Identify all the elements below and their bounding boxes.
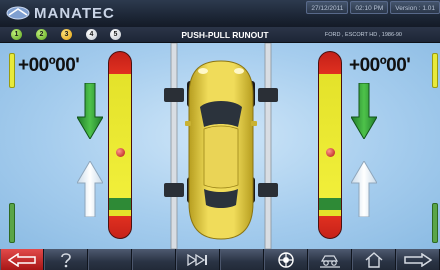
back-arrow-icon <box>8 252 36 267</box>
step-4-indicator[interactable]: 4 <box>86 29 97 40</box>
vehicle-lift-icon <box>320 254 340 268</box>
manatec-logo-icon <box>6 6 30 20</box>
step-5-indicator[interactable]: 5 <box>110 29 121 40</box>
left-runout-gauge <box>108 51 132 239</box>
right-runout-value: +00º00' <box>349 55 411 76</box>
back-button[interactable] <box>0 249 44 270</box>
arrow-up-icon <box>77 161 103 217</box>
gauge-marker <box>326 148 335 157</box>
vehicle-lift-button[interactable] <box>308 249 352 270</box>
left-edge-green-indicator <box>9 203 15 243</box>
step-2-indicator[interactable]: 2 <box>36 29 47 40</box>
manatec-logo: MANATEC <box>6 3 115 23</box>
right-edge-yellow-indicator <box>432 53 438 88</box>
step-bar: 1 2 3 4 5 PUSH-PULL RUNOUT FORD , ESCORT… <box>0 27 440 43</box>
arrow-down-icon <box>77 83 103 139</box>
version-readout: Version : 1.01 <box>390 1 440 14</box>
wheel-button[interactable] <box>264 249 308 270</box>
next-button[interactable] <box>396 249 440 270</box>
wheel-icon <box>278 251 294 268</box>
left-runout-value: +00º00' <box>18 55 80 76</box>
measurement-area: +00º00' +00º00' <box>0 42 440 250</box>
alignment-screen: MANATEC 27/12/2011 02:10 PM Version : 1.… <box>0 0 440 270</box>
page-title: PUSH-PULL RUNOUT <box>181 30 269 40</box>
arrow-up-icon <box>351 161 377 217</box>
brand-name: MANATEC <box>34 4 115 22</box>
right-edge-green-indicator <box>432 203 438 243</box>
function-button-6[interactable] <box>220 249 264 270</box>
gauge-marker <box>116 148 125 157</box>
skip-forward-button[interactable] <box>176 249 220 270</box>
vehicle-top-view <box>158 42 284 250</box>
right-runout-gauge <box>318 51 342 239</box>
help-icon <box>61 252 71 267</box>
system-info-bar: 27/12/2011 02:10 PM Version : 1.01 <box>306 1 440 14</box>
step-3-indicator[interactable]: 3 <box>61 29 72 40</box>
next-arrow-icon <box>404 252 432 267</box>
home-icon <box>365 251 383 268</box>
arrow-down-icon <box>351 83 377 139</box>
footer-toolbar <box>0 249 440 270</box>
step-1-indicator[interactable]: 1 <box>11 29 22 40</box>
function-button-3[interactable] <box>88 249 132 270</box>
skip-forward-icon <box>187 253 207 266</box>
help-button[interactable] <box>44 249 88 270</box>
home-button[interactable] <box>352 249 396 270</box>
car-icon <box>164 42 278 250</box>
time-readout: 02:10 PM <box>350 1 389 14</box>
date-readout: 27/12/2011 <box>306 1 349 14</box>
function-button-4[interactable] <box>132 249 176 270</box>
left-edge-yellow-indicator <box>9 53 15 88</box>
vehicle-info: FORD , ESCORT HD , 1986-90 <box>324 32 402 38</box>
header-bar: MANATEC 27/12/2011 02:10 PM Version : 1.… <box>0 0 440 27</box>
